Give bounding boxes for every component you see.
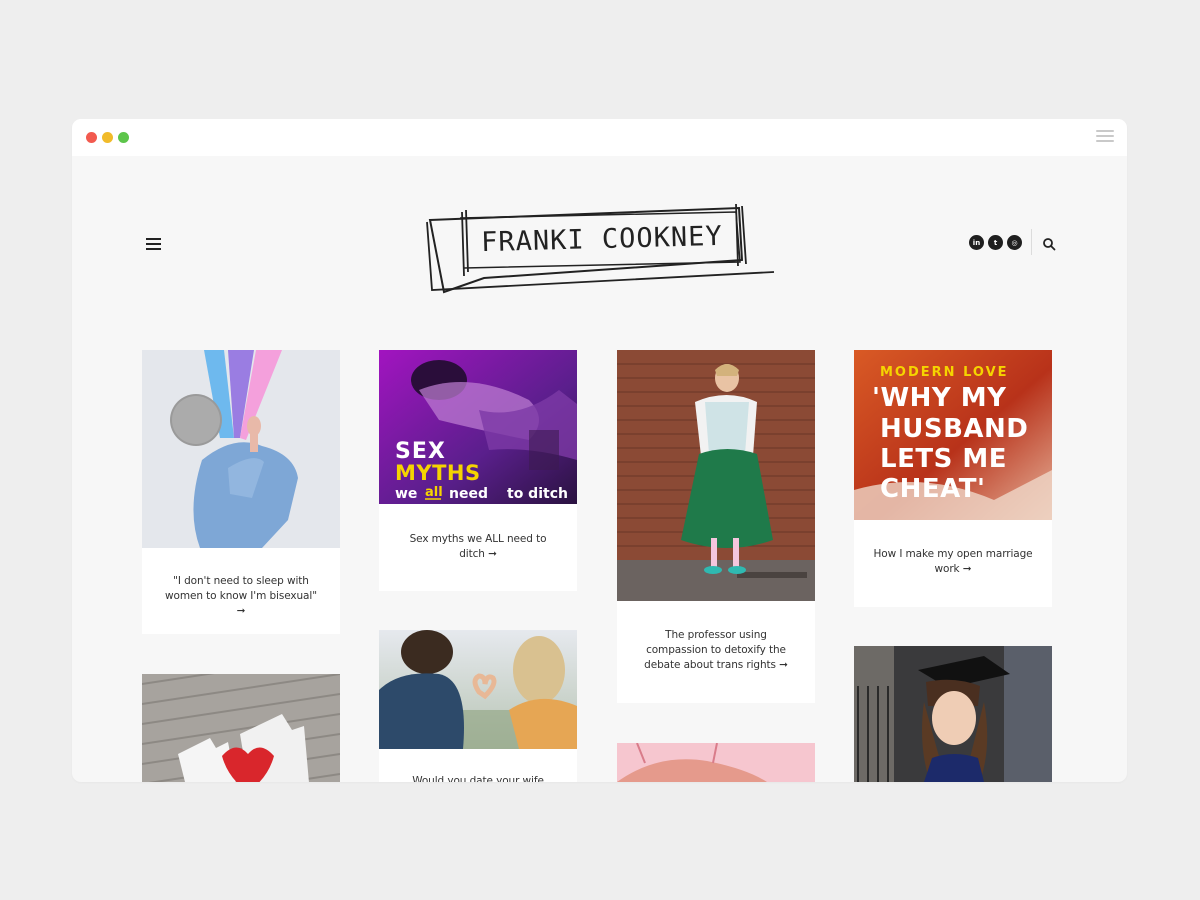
post-caption[interactable]: The professor using compassion to detoxi…	[635, 628, 797, 673]
post-image	[142, 674, 340, 782]
post-card[interactable]: MODERN LOVE 'WHY MY HUSBAND LETS ME CHEA…	[854, 350, 1052, 607]
post-caption[interactable]: "I don't need to sleep with women to kno…	[160, 574, 322, 619]
window-menu-icon[interactable]	[1096, 130, 1114, 144]
hamburger-menu-icon[interactable]	[146, 238, 161, 250]
social-links: in t ◎	[969, 235, 1022, 250]
svg-text:all: all	[425, 485, 443, 500]
post-card[interactable]: The professor using compassion to detoxi…	[617, 350, 815, 703]
svg-text:need: need	[449, 486, 488, 502]
post-card[interactable]: SEX MYTHS we all need to ditch Sex myths…	[379, 350, 577, 591]
post-card[interactable]: "I don't need to sleep with women to kno…	[142, 350, 340, 634]
post-image: MODERN LOVE 'WHY MY HUSBAND LETS ME CHEA…	[854, 350, 1052, 520]
svg-text:LETS ME: LETS ME	[880, 444, 1007, 474]
post-caption[interactable]: Sex myths we ALL need to ditch ➞	[397, 532, 559, 562]
linkedin-icon[interactable]: in	[969, 235, 984, 250]
svg-text:to ditch: to ditch	[507, 486, 568, 502]
window-titlebar	[72, 119, 1127, 156]
close-window-dot[interactable]	[86, 132, 97, 143]
svg-text:HUSBAND: HUSBAND	[880, 414, 1028, 444]
post-caption[interactable]: How I make my open marriage work ➞	[872, 547, 1034, 577]
post-image	[854, 646, 1052, 782]
search-icon[interactable]	[1042, 236, 1056, 251]
post-image	[142, 350, 340, 548]
svg-text:CHEAT': CHEAT'	[880, 474, 985, 504]
header-divider	[1031, 229, 1032, 255]
browser-window: FRANKI COOKNEY in t ◎ "I don't need to s…	[72, 119, 1127, 782]
svg-text:MYTHS: MYTHS	[395, 461, 481, 485]
site-logo[interactable]: FRANKI COOKNEY	[424, 200, 776, 296]
svg-text:'WHY MY: 'WHY MY	[872, 383, 1007, 413]
post-card[interactable]	[854, 646, 1052, 782]
post-card[interactable]	[142, 674, 340, 782]
minimize-window-dot[interactable]	[102, 132, 113, 143]
post-image	[617, 743, 815, 782]
maximize-window-dot[interactable]	[118, 132, 129, 143]
post-card[interactable]	[617, 743, 815, 782]
post-caption[interactable]: Would you date your wife when...	[397, 774, 559, 782]
instagram-icon[interactable]: ◎	[1007, 235, 1022, 250]
post-image	[617, 350, 815, 601]
svg-text:we: we	[395, 486, 417, 502]
svg-text:MODERN LOVE: MODERN LOVE	[880, 365, 1009, 380]
post-image: SEX MYTHS we all need to ditch	[379, 350, 577, 504]
post-image	[379, 630, 577, 749]
logo-text: FRANKI COOKNEY	[481, 221, 723, 258]
twitter-icon[interactable]: t	[988, 235, 1003, 250]
post-card[interactable]: Would you date your wife when...	[379, 630, 577, 782]
page-content: FRANKI COOKNEY in t ◎ "I don't need to s…	[72, 156, 1127, 782]
